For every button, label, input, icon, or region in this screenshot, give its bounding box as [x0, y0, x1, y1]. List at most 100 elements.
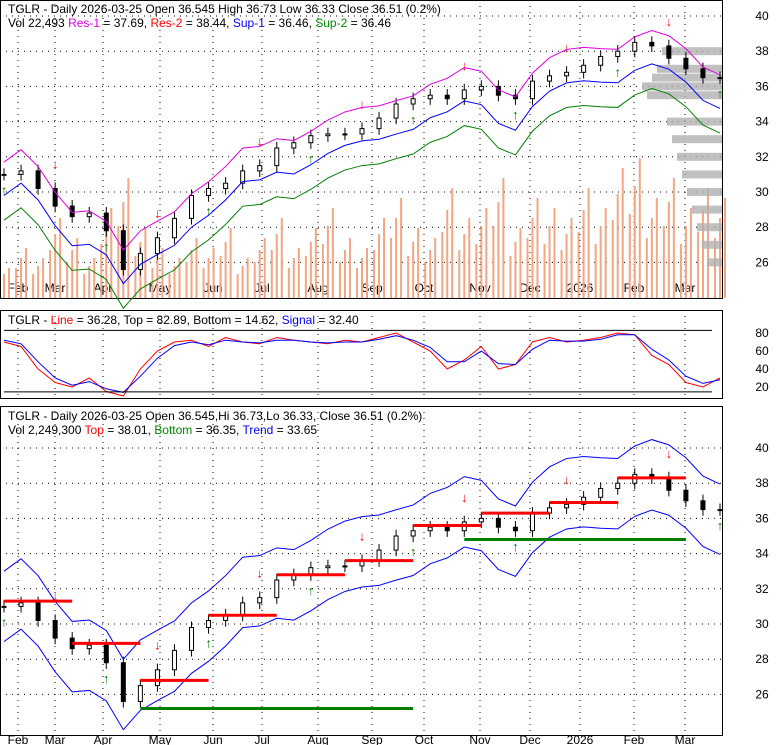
volume-bar: [446, 210, 449, 298]
volume-bar: [66, 262, 69, 298]
res2-value: = 38.44,: [182, 16, 233, 30]
price-tick-label: 36: [755, 79, 769, 93]
volume-bar: [219, 256, 222, 298]
volume-bar: [117, 226, 120, 298]
volume-bar: [270, 250, 273, 298]
volume-bar: [724, 198, 726, 298]
volume-bar: [8, 268, 10, 298]
volume-bar: [297, 248, 300, 298]
price-tick-label: 34: [755, 115, 769, 129]
volume-bar: [621, 168, 624, 298]
candle-body: [291, 142, 297, 149]
candle-body: [683, 489, 689, 502]
volume-bar: [451, 188, 454, 298]
candle-body: [342, 565, 348, 568]
trend-tick-label: 32: [755, 582, 769, 596]
candle-body: [35, 602, 41, 621]
candle-body: [359, 128, 365, 135]
x-tick-label: Jun: [203, 733, 222, 745]
trend-panel-header: TGLR - Daily 2026-03-25 Open 36.545,Hi 3…: [8, 409, 422, 437]
volume-bar: [441, 232, 444, 298]
volume-bar: [253, 262, 256, 298]
candle-body: [171, 217, 177, 239]
signal-line: [3, 334, 721, 393]
sell-arrow-icon: ↓: [666, 14, 673, 29]
price-tick-label: 40: [755, 9, 769, 23]
candle-body: [598, 55, 604, 66]
candle-body: [615, 482, 621, 489]
volume-bar: [650, 218, 653, 298]
candle-body: [700, 68, 706, 79]
volume-bar: [280, 218, 283, 298]
candle-body: [632, 41, 638, 52]
buy-arrow-icon: ↑: [614, 65, 621, 80]
candle-body: [189, 195, 195, 219]
candle-body: [52, 187, 58, 207]
trend-ohlc-label: TGLR - Daily 2026-03-25 Open 36.545,Hi 3…: [8, 409, 423, 423]
volume-bar: [577, 232, 580, 298]
osc-tick-label: 60: [755, 344, 769, 358]
buy-arrow-icon: ↑: [103, 671, 110, 686]
stock-chart: 26 28 30 32 34 36 38 40 Feb Mar Apr May Jun Jul Aug Sep…: [0, 0, 780, 745]
volume-bar: [531, 218, 534, 298]
volume-profile-bar: [647, 91, 722, 100]
candle-body: [444, 94, 450, 100]
candle-body: [717, 77, 723, 80]
sell-arrow-icon: ↓: [256, 565, 263, 580]
trend-tick-label: 34: [755, 547, 769, 561]
volume-bar: [509, 256, 512, 298]
candle-body: [120, 662, 126, 702]
legend-top: Top: [84, 423, 104, 437]
signal-value: = 32.40: [314, 313, 359, 327]
x-tick-label: Mar: [45, 733, 66, 745]
volume-bar: [144, 228, 147, 298]
candle-body: [717, 509, 723, 512]
volume-bar: [378, 234, 381, 298]
candle-body: [308, 135, 314, 144]
x-tick-label: Dec: [519, 733, 540, 745]
candle-body: [666, 45, 672, 59]
volume-bar: [195, 238, 198, 298]
x-tick-label: Jul: [254, 281, 269, 295]
volume-bar: [25, 248, 28, 298]
volume-bar: [434, 238, 437, 298]
volume-bar: [292, 258, 295, 298]
candle-body: [18, 170, 24, 175]
trend-tick-label: 28: [755, 652, 769, 666]
volume-bar: [190, 250, 193, 298]
candle-body: [700, 500, 706, 511]
candle-body: [171, 649, 177, 671]
candle-body: [547, 75, 553, 82]
bottom-value: = 36.35,: [192, 423, 243, 437]
trend-tick-label: 38: [755, 476, 769, 490]
candle-body: [240, 602, 246, 616]
candle-body: [376, 549, 382, 562]
volume-bar: [672, 178, 675, 298]
volume-bar: [71, 250, 74, 298]
volume-bar: [207, 258, 210, 298]
volume-bar: [110, 208, 113, 298]
volume-bar: [343, 250, 346, 298]
volume-bar: [161, 248, 164, 298]
volume-bar: [407, 256, 410, 298]
volume-bar: [485, 208, 488, 298]
price-tick-label: 38: [755, 44, 769, 58]
candle-body: [206, 619, 212, 629]
trend-value: = 33.65: [273, 423, 318, 437]
candle-body: [427, 526, 433, 532]
volume-profile-bar: [692, 205, 722, 214]
volume-bar: [582, 210, 585, 298]
volume-bar: [185, 262, 188, 298]
volume-bar: [543, 244, 546, 298]
volume-bar: [604, 208, 607, 298]
buy-arrow-icon: ↑: [410, 544, 417, 559]
volume-profile-bar: [682, 170, 722, 179]
volume-bar: [127, 178, 130, 298]
volume-bar: [263, 238, 266, 298]
candle-body: [137, 253, 143, 270]
volume-bar: [304, 256, 307, 298]
candle-body: [35, 170, 41, 189]
volume-bar: [32, 274, 35, 298]
volume-bar: [553, 208, 556, 298]
candle-body: [393, 103, 399, 119]
